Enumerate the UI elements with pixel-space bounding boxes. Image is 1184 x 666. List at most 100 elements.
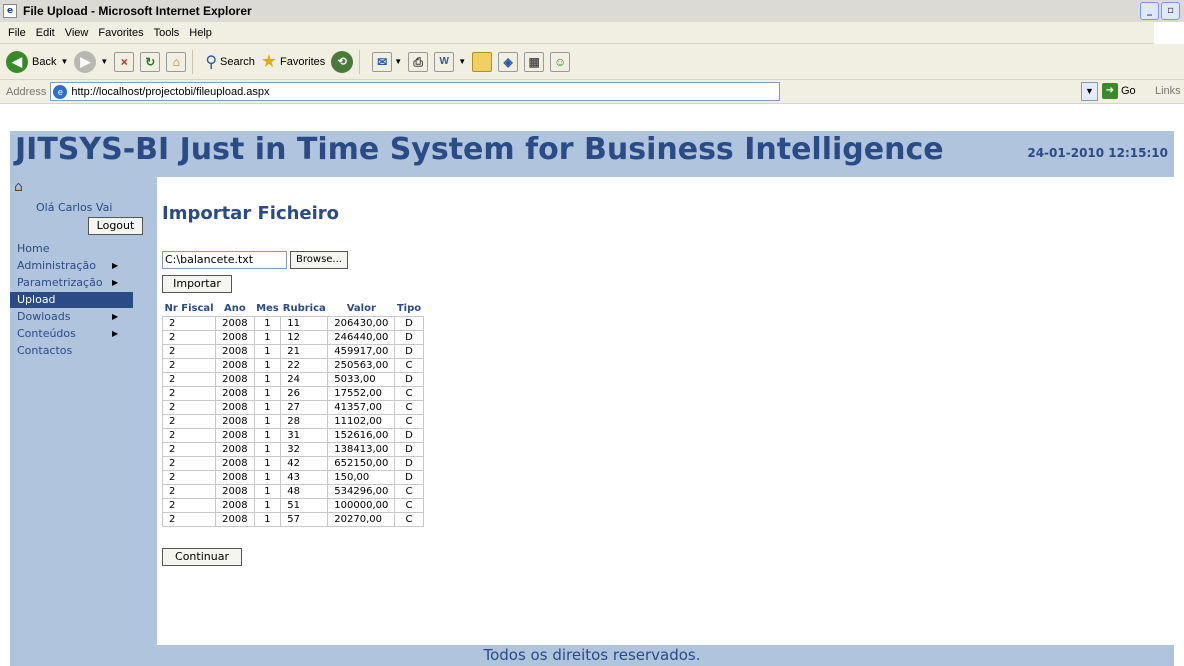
discuss-button[interactable]	[472, 51, 493, 72]
table-cell: 2008	[215, 455, 255, 471]
address-dropdown-icon[interactable]: ▼	[1081, 82, 1098, 101]
table-body: 2 2008 1 11 206430,00 D 2 2008 1 12 246440,00 D 2 200…	[161, 315, 424, 527]
menu-edit[interactable]: Edit	[36, 27, 55, 39]
home-button[interactable]: ⌂	[166, 51, 187, 72]
mail-button[interactable]: ✉ ▼	[372, 51, 402, 72]
browse-button[interactable]: Browse...	[290, 251, 348, 269]
table-cell: 2008	[215, 483, 255, 499]
site-footer: Todos os direitos reservados.	[10, 645, 1174, 666]
toolbar-separator	[359, 49, 361, 74]
menu-help[interactable]: Help	[189, 27, 212, 39]
sidebar: ⌂ Olá Carlos Vai Logout Home Administraç…	[10, 177, 157, 645]
menu-favorites[interactable]: Favorites	[98, 27, 143, 39]
table-cell: 57	[280, 511, 329, 527]
messenger-button[interactable]: ☺	[550, 51, 571, 72]
main-content: Importar Ficheiro C:\balancete.txt Brows…	[161, 177, 1162, 645]
sidebar-item-conteudos[interactable]: Conteúdos ▶	[10, 326, 157, 342]
sidebar-item-label: Home	[17, 242, 50, 255]
maximize-button[interactable]: ▫	[1161, 2, 1180, 20]
import-button[interactable]: Importar	[162, 275, 232, 293]
table-cell: 1	[253, 497, 282, 513]
history-icon: ⟲	[331, 50, 354, 73]
table-cell: 41357,00	[327, 399, 396, 415]
table-cell: 2	[161, 385, 217, 401]
edit-button[interactable]: W ▼	[434, 51, 466, 72]
ie-app-icon: e	[3, 4, 17, 18]
address-bar: Address e http://localhost/projectobi/fi…	[0, 80, 1184, 104]
print-button[interactable]: ⎙	[408, 51, 429, 72]
user-greeting: Olá Carlos Vai	[36, 201, 113, 214]
table-cell: 2	[161, 343, 217, 359]
media-button[interactable]: ▦	[524, 51, 545, 72]
folder-icon	[472, 51, 493, 72]
table-cell: 1	[253, 469, 282, 485]
back-button[interactable]: ◀ Back ▼	[6, 50, 68, 73]
column-header-tipo: Tipo	[396, 302, 422, 314]
menu-file[interactable]: File	[8, 27, 26, 39]
forward-dropdown-icon[interactable]: ▼	[100, 57, 108, 66]
sidebar-item-upload[interactable]: Upload	[10, 292, 133, 308]
data-table: Nr Fiscal Ano Mes Rubrica Valor Tipo 2 20…	[161, 301, 424, 527]
table-cell: 43	[280, 469, 329, 485]
sidebar-item-contactos[interactable]: Contactos	[10, 343, 157, 359]
submenu-arrow-icon: ▶	[112, 312, 119, 321]
print-icon: ⎙	[408, 51, 429, 72]
table-cell: D	[394, 343, 424, 359]
table-cell: 2	[161, 399, 217, 415]
table-cell: 2008	[215, 497, 255, 513]
sidebar-item-home[interactable]: Home	[10, 241, 157, 257]
continue-button[interactable]: Continuar	[162, 548, 242, 566]
address-input[interactable]: e http://localhost/projectobi/fileupload…	[50, 82, 781, 101]
table-cell: 150,00	[327, 469, 396, 485]
table-row: 2 2008 1 12 246440,00 D	[161, 329, 424, 345]
history-button[interactable]: ⟲	[331, 50, 354, 73]
table-cell: 100000,00	[327, 497, 396, 513]
table-cell: 42	[280, 455, 329, 471]
table-cell: 2	[161, 315, 217, 331]
table-cell: D	[394, 455, 424, 471]
back-dropdown-icon[interactable]: ▼	[60, 57, 68, 66]
site-header: JITSYS-BI Just in Time System for Busine…	[10, 131, 1174, 177]
research-button[interactable]: ◈	[498, 51, 519, 72]
sidebar-item-parametrizacao[interactable]: Parametrização ▶	[10, 275, 157, 291]
submenu-arrow-icon: ▶	[112, 329, 119, 338]
sidebar-item-administracao[interactable]: Administração ▶	[10, 258, 157, 274]
favorites-star-icon: ★	[260, 51, 278, 71]
windows-logo-icon	[1154, 22, 1184, 44]
logout-button[interactable]: Logout	[88, 217, 143, 235]
table-cell: D	[394, 315, 424, 331]
table-row: 2 2008 1 42 652150,00 D	[161, 455, 424, 471]
table-cell: 26	[280, 385, 329, 401]
menu-view[interactable]: View	[65, 27, 89, 39]
links-button[interactable]: Links	[1155, 85, 1181, 97]
sidebar-item-label: Administração	[17, 259, 96, 272]
file-path-input[interactable]: C:\balancete.txt	[162, 251, 287, 269]
sidebar-item-label: Dowloads	[17, 310, 71, 323]
column-header-valor: Valor	[346, 302, 376, 314]
mail-dropdown-icon[interactable]: ▼	[394, 57, 402, 66]
table-row: 2 2008 1 11 206430,00 D	[161, 315, 424, 331]
forward-button[interactable]: ▶ ▼	[74, 50, 108, 73]
minimize-button[interactable]: _	[1140, 2, 1159, 20]
refresh-button[interactable]: ↻	[140, 51, 161, 72]
table-cell: 2008	[215, 385, 255, 401]
sidebar-item-dowloads[interactable]: Dowloads ▶	[10, 309, 157, 325]
home-icon[interactable]: ⌂	[14, 179, 23, 195]
table-cell: 1	[253, 413, 282, 429]
search-button[interactable]: ⚲ Search	[205, 52, 255, 72]
sidebar-nav: Home Administração ▶ Parametrização ▶ Uplo…	[10, 241, 157, 360]
table-cell: 12	[280, 329, 329, 345]
table-cell: 2	[161, 329, 217, 345]
header-datetime: 24-01-2010 12:15:10	[1027, 146, 1168, 160]
page-title: Importar Ficheiro	[162, 203, 340, 224]
table-cell: 51	[280, 497, 329, 513]
table-cell: 27	[280, 399, 329, 415]
table-cell: 534296,00	[327, 483, 396, 499]
go-button[interactable]: ➜ Go	[1102, 83, 1136, 99]
menu-tools[interactable]: Tools	[154, 27, 180, 39]
edit-dropdown-icon[interactable]: ▼	[458, 57, 466, 66]
table-cell: C	[394, 399, 424, 415]
sidebar-item-label: Parametrização	[17, 276, 103, 289]
stop-button[interactable]: ×	[114, 51, 135, 72]
favorites-button[interactable]: ★ Favorites	[261, 51, 325, 72]
